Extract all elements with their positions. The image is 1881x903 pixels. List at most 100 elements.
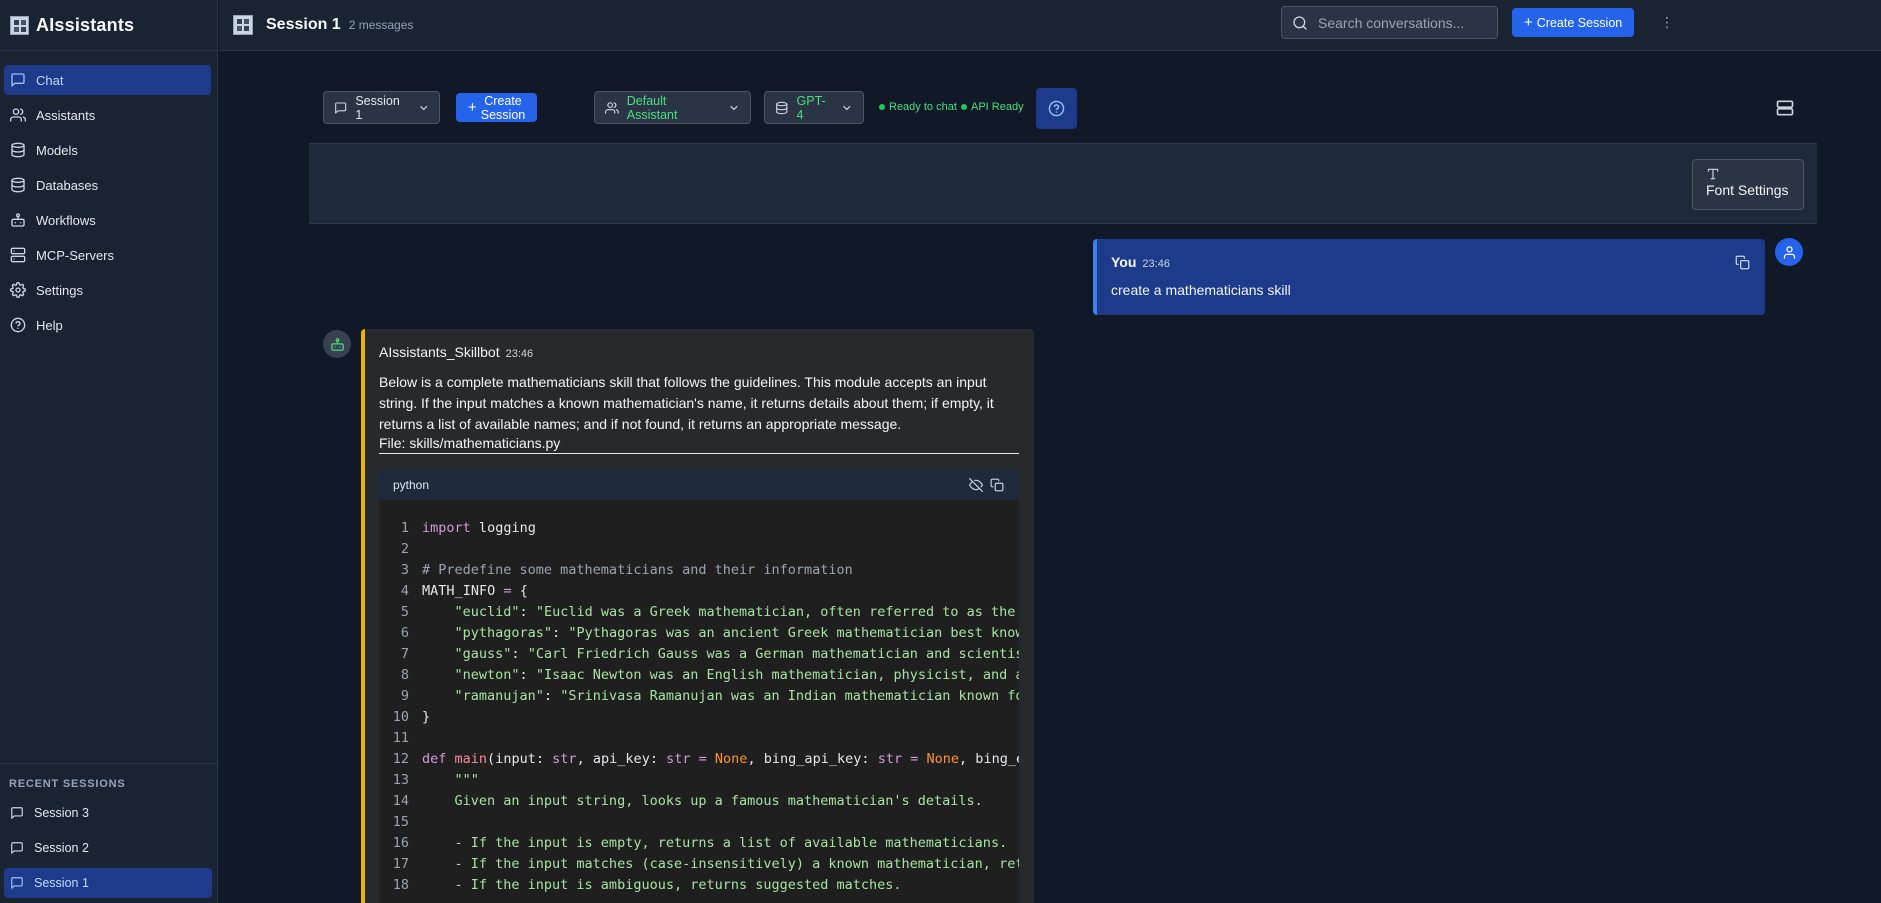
code-line: 8 "newton": "Isaac Newton was an English…: [379, 665, 1019, 686]
sidebar-item-label: Assistants: [36, 107, 96, 123]
line-number: 5: [400, 604, 409, 620]
recent-session-item[interactable]: Session 3: [4, 798, 212, 828]
message-text: create a mathematicians skill: [1111, 282, 1291, 298]
code-text: "newton": "Isaac Newton was an English m…: [454, 667, 1019, 683]
search-input[interactable]: [1318, 14, 1488, 31]
message-author: You: [1111, 254, 1137, 270]
sidebar-item-assistants[interactable]: Assistants: [4, 100, 211, 130]
line-number: 15: [392, 814, 409, 830]
recent-session-label: Session 2: [34, 841, 89, 855]
code-line: 10}: [379, 707, 1019, 728]
line-number: 14: [392, 793, 409, 809]
message-count: 2 messages: [348, 18, 414, 32]
code-text: def main(input: str, api_key: str = None…: [422, 751, 1019, 767]
user-icon: [1783, 245, 1795, 259]
message-author: AIssistants_Skillbot: [379, 344, 500, 360]
code-line: 4 MATH_INFO = {: [379, 581, 1019, 602]
chevron-down-icon: [843, 105, 851, 110]
line-number: 3: [400, 562, 409, 578]
create-session-label: Create Session: [1536, 15, 1623, 30]
session-select[interactable]: Session 1: [323, 91, 440, 124]
sidebar-item-mcp-servers[interactable]: MCP-Servers: [4, 240, 211, 270]
line-number: 7: [400, 646, 409, 662]
code-text: "gauss": "Carl Friedrich Gauss was a Ger…: [454, 646, 1019, 662]
code-line: 9 "ramanujan": "Srinivasa Ramanujan was …: [379, 686, 1019, 707]
code-line: 5 "euclid": "Euclid was a Greek mathemat…: [379, 602, 1019, 623]
eye-off-icon[interactable]: [969, 478, 983, 492]
sidebar-item-models[interactable]: Models: [4, 135, 211, 165]
search-box[interactable]: [1281, 6, 1498, 39]
app-title: AIssistants: [36, 14, 135, 35]
line-number: 1: [400, 520, 409, 536]
line-number: 13: [392, 772, 409, 788]
message-square-icon: [11, 842, 23, 854]
code-text: # Predefine some mathematicians and thei…: [422, 562, 853, 578]
sidebar-item-label: Help: [36, 317, 63, 333]
code-text: "euclid": "Euclid was a Greek mathematic…: [454, 604, 1019, 620]
message-square-icon: [11, 807, 23, 819]
assistant-select-value: Default Assistant: [626, 93, 678, 122]
brand[interactable]: AIssistants: [0, 0, 217, 51]
recent-session-item[interactable]: Session 1: [4, 868, 212, 898]
chat-status-label: Ready to chat: [889, 101, 957, 113]
message-square-icon: [335, 101, 347, 114]
code-line: 12 def main(input: str, api_key: str = No…: [379, 749, 1019, 770]
database-icon: [11, 142, 25, 158]
code-header: python: [379, 470, 1019, 500]
recent-session-item[interactable]: Session 2: [4, 833, 212, 863]
code-line: 7 "gauss": "Carl Friedrich Gauss was a G…: [379, 644, 1019, 665]
sidebar-item-databases[interactable]: Databases: [4, 170, 211, 200]
code-text: }: [422, 709, 431, 725]
code-text: "ramanujan": "Srinivasa Ramanujan was an…: [454, 688, 1019, 704]
font-settings-button[interactable]: Font Settings: [1692, 159, 1804, 210]
message-square-icon: [11, 877, 23, 889]
sidebar-item-help[interactable]: Help: [4, 310, 211, 340]
plus-icon: +: [1524, 14, 1533, 31]
line-number: 12: [392, 751, 409, 767]
sidebar-item-settings[interactable]: Settings: [4, 275, 211, 305]
header-create-session-button[interactable]: + Create Session: [1512, 8, 1635, 37]
code-line: 13 """: [379, 770, 1019, 791]
session-icon: [233, 15, 253, 35]
model-select-value: GPT-4: [796, 93, 826, 122]
help-button[interactable]: [1036, 88, 1077, 129]
sidebar-item-workflows[interactable]: Workflows: [4, 205, 211, 235]
code-line: 17 - If the input matches (case-insensit…: [379, 854, 1019, 875]
bot-icon: [11, 213, 25, 227]
code-line: 11: [379, 728, 1019, 749]
sidebar-item-label: Models: [36, 142, 78, 158]
message-square-icon: [11, 73, 25, 87]
search-icon: [1293, 15, 1307, 30]
font-settings-panel: Font Settings: [309, 143, 1817, 224]
copy-icon[interactable]: [990, 478, 1004, 492]
chevron-down-icon: [730, 105, 738, 110]
plus-icon: +: [468, 99, 477, 116]
toolbar-create-session-button[interactable]: + Create Session: [456, 93, 538, 122]
layout-toggle-icon[interactable]: [1775, 98, 1795, 118]
code-text: - If the input matches (case-insensitive…: [422, 856, 1020, 872]
recent-sessions-title: RECENT SESSIONS: [9, 778, 126, 790]
recent-session-label: Session 1: [34, 876, 89, 890]
main-nav: Chat Assistants Models Databases Workflo…: [0, 51, 217, 340]
sidebar: AIssistants Chat Assistants Models Datab…: [0, 0, 218, 903]
line-number: 8: [400, 667, 409, 683]
sidebar-item-label: MCP-Servers: [36, 247, 115, 263]
code-line: 18 - If the input is ambiguous, returns …: [379, 875, 1019, 896]
sidebar-item-chat[interactable]: Chat: [4, 65, 211, 95]
bot-avatar: [323, 330, 351, 358]
assistant-select[interactable]: Default Assistant: [594, 91, 751, 124]
line-number: 6: [400, 625, 409, 641]
message-time: 23:46: [1142, 258, 1170, 270]
code-text: "pythagoras": "Pythagoras was an ancient…: [454, 625, 1019, 641]
api-status-label: API Ready: [971, 101, 1024, 113]
gear-icon: [10, 282, 26, 298]
user-avatar: [1775, 238, 1803, 266]
type-icon: [1707, 168, 1719, 180]
message-header: AIssistants_Skillbot 23:46: [379, 344, 533, 360]
sidebar-item-label: Chat: [36, 72, 64, 88]
line-number: 11: [392, 730, 409, 746]
line-number: 4: [400, 583, 409, 599]
copy-icon[interactable]: [1735, 255, 1750, 270]
more-icon[interactable]: ⋮: [1660, 14, 1674, 30]
model-select[interactable]: GPT-4: [764, 91, 864, 124]
